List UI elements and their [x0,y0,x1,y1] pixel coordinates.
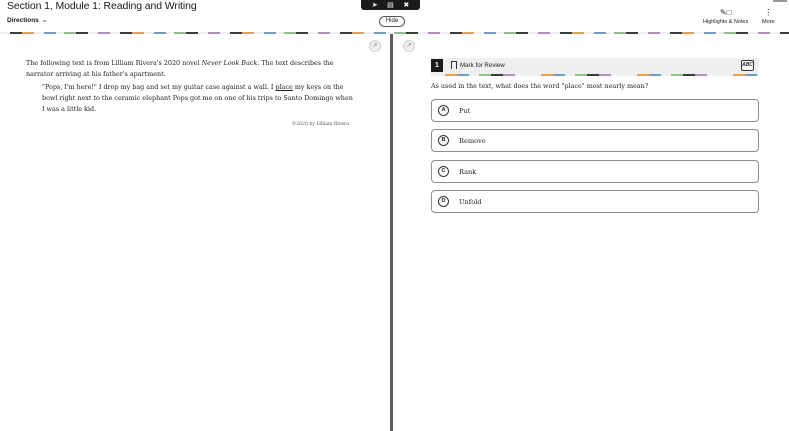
bookmark-icon [451,61,457,69]
highlighter-icon: ✎□ [719,8,732,17]
directions-toggle[interactable]: Directions ⌄ [7,16,48,25]
choice-text: Rank [459,167,477,176]
choice-text: Put [459,106,471,115]
more-vertical-icon: ⋮ [764,8,773,17]
choice-letter: D [438,196,449,207]
answer-choice-b[interactable]: B Remove [431,129,759,152]
answer-choice-c[interactable]: C Rank [431,160,759,183]
choice-text: Unfold [459,197,482,206]
section-title: Section 1, Module 1: Reading and Writing [7,0,197,12]
keyboard-icon[interactable]: ▤ [387,2,394,9]
answer-choice-a[interactable]: A Put [431,99,759,122]
question-prompt: As used in the text, what does the word … [431,82,649,90]
mark-for-review-button[interactable]: Mark for Review [451,61,505,69]
expand-question-icon[interactable]: ↗ [403,40,415,52]
toolbar-pill: ➤ ▤ ✖ [361,0,420,10]
directions-label: Directions [7,16,39,24]
choice-letter: B [438,135,449,146]
question-header: 1 Mark for Review ABC [431,58,759,74]
hide-button[interactable]: Hide [379,16,405,27]
passage-credit: ©2020 by Lilliam Rivera [291,122,349,127]
choice-text: Remove [459,136,486,145]
more-label: More [762,19,775,25]
highlights-notes-button[interactable]: ✎□ Highlights & Notes [703,8,748,25]
choice-letter: C [438,166,449,177]
passage-intro: The following text is from Lilliam River… [26,59,334,78]
status-strip [773,0,787,2]
top-header: Section 1, Module 1: Reading and Writing… [0,0,789,32]
send-icon[interactable]: ➤ [372,2,378,9]
pane-divider[interactable] [390,34,393,431]
expand-passage-icon[interactable]: ↗ [369,40,381,52]
answer-eliminator-button[interactable]: ABC [741,60,754,71]
question-divider [431,74,759,76]
mark-for-review-label: Mark for Review [460,61,505,69]
passage-quote: "Pops, I'm here!" I drop my bag and set … [42,83,353,113]
chevron-down-icon: ⌄ [41,17,48,24]
close-icon[interactable]: ✖ [403,2,409,9]
highlights-label: Highlights & Notes [703,19,749,25]
passage: The following text is from Lilliam River… [26,58,356,130]
more-button[interactable]: ⋮ More [762,8,775,25]
target-word: place [275,83,293,91]
question-number: 1 [431,59,443,72]
choice-letter: A [438,105,449,116]
header-divider [0,32,789,34]
answer-choice-d[interactable]: D Unfold [431,190,759,213]
